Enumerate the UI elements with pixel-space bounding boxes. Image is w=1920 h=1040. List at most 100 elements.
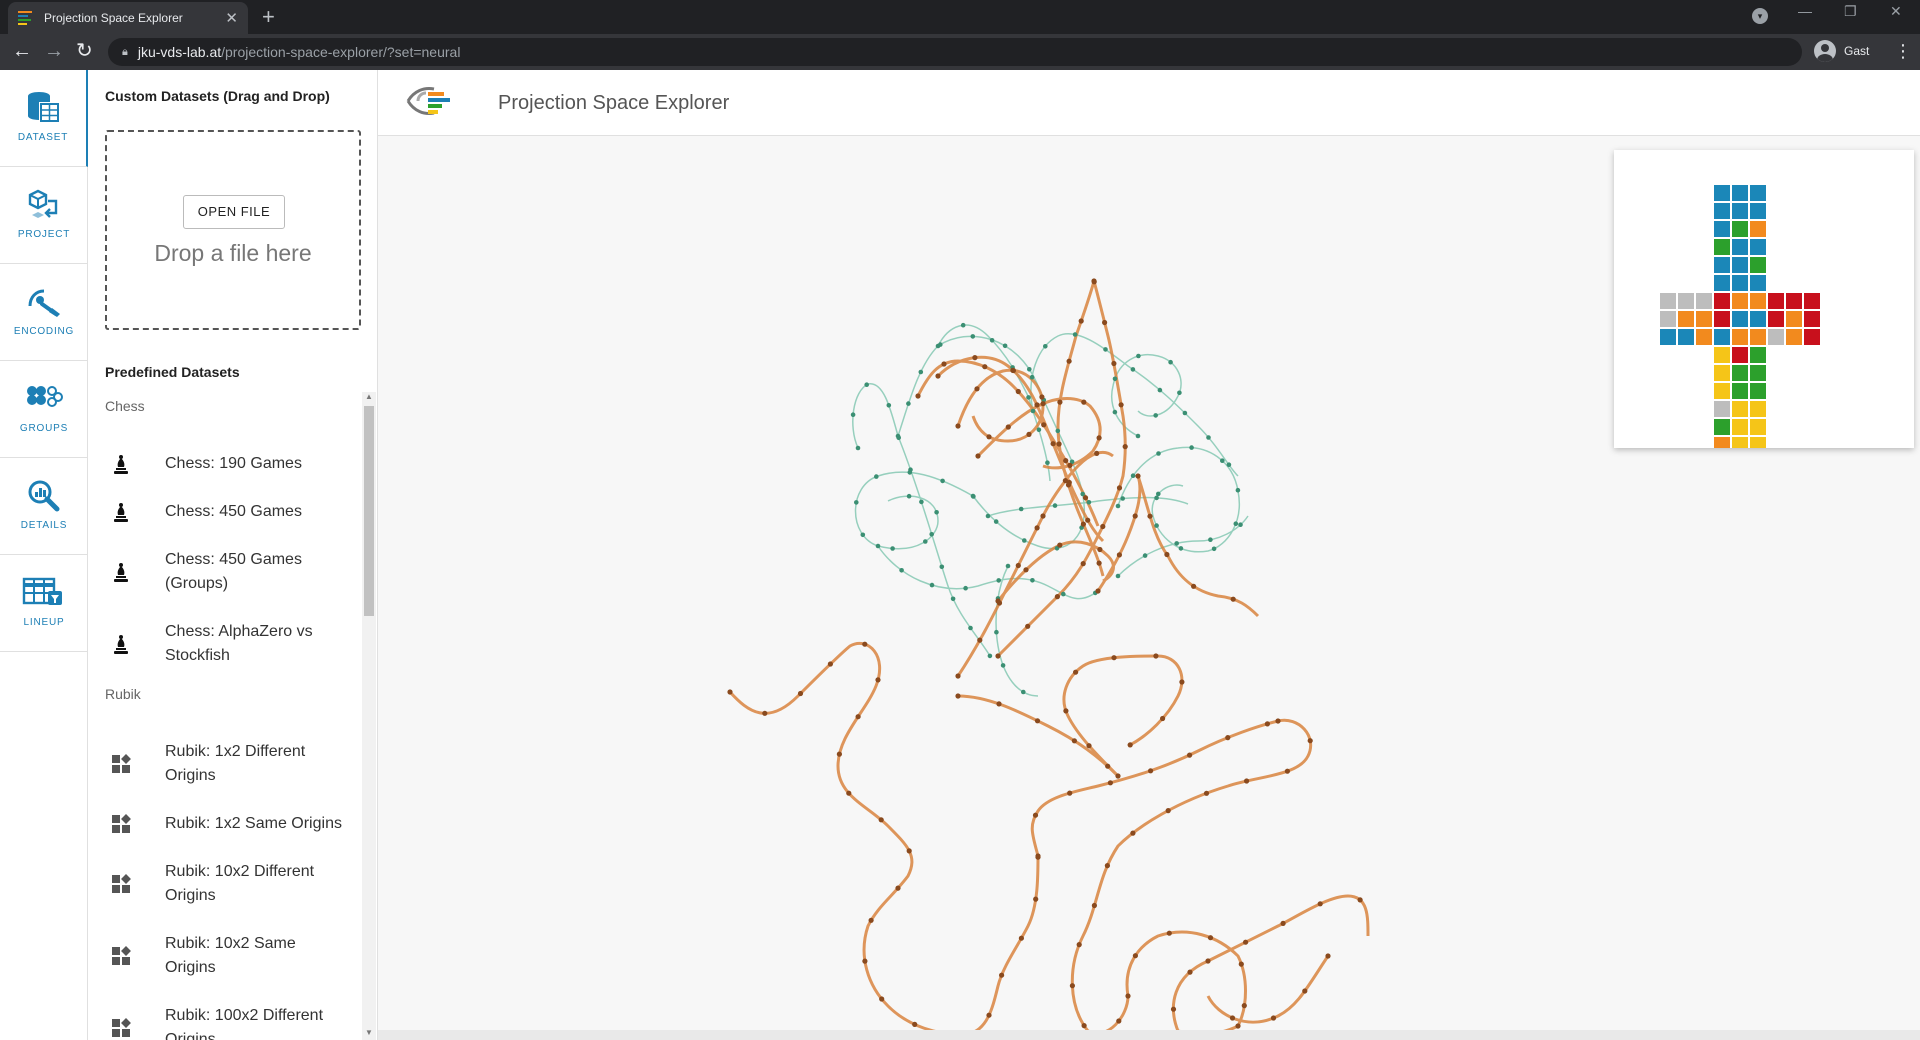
trajectory-point (855, 714, 861, 720)
dataset-item[interactable]: Chess: 450 Games (Groups) (88, 536, 360, 608)
trajectory-point (1325, 953, 1331, 959)
cube-sticker (1732, 203, 1748, 219)
trajectory-point (1096, 435, 1102, 441)
window-close-button[interactable]: ✕ (1890, 3, 1902, 20)
trajectory-point (1066, 358, 1072, 364)
trajectory-point (1187, 752, 1193, 758)
trajectory-point (1302, 988, 1308, 994)
trajectory-point (975, 453, 981, 459)
cube-sticker (1786, 329, 1802, 345)
cube-sticker (1804, 293, 1820, 309)
dataset-label: Rubik: 10x2 Same Origins (165, 935, 296, 976)
trajectory-point (1220, 458, 1225, 464)
trajectory-point (912, 1021, 918, 1027)
dataset-label: Chess: 450 Games (165, 503, 302, 520)
dataset-item[interactable]: Rubik: 10x2 Same Origins (88, 920, 360, 992)
trajectory-point (1187, 969, 1193, 975)
trajectory-point (977, 637, 983, 643)
trajectory-point (935, 343, 941, 349)
trajectory-point (1125, 993, 1131, 999)
trajectory-point (1095, 588, 1101, 594)
trajectory-point (1091, 902, 1097, 909)
trajectory-point (934, 510, 939, 515)
trajectory-point (919, 499, 924, 505)
forward-button[interactable]: → (44, 40, 64, 62)
dataset-label: Rubik: 1x2 Same Origins (165, 815, 342, 832)
dataset-item[interactable]: Rubik: 10x2 Different Origins (88, 848, 360, 920)
dataset-item[interactable]: Rubik: 100x2 Different Origins (88, 992, 360, 1040)
trajectory-point (1043, 344, 1048, 349)
scroll-down-icon[interactable]: ▼ (364, 1028, 374, 1037)
trajectory-point (1052, 503, 1058, 508)
trajectory-point (860, 532, 866, 538)
trajectory-point (1104, 863, 1110, 869)
dataset-item[interactable]: Chess: 190 Games (88, 440, 360, 488)
dataset-label: Rubik: 10x2 Different Origins (165, 863, 315, 904)
open-file-button[interactable]: OPEN FILE (183, 195, 285, 229)
dataset-item[interactable]: Rubik: 1x2 Same Origins (88, 800, 360, 848)
rail-label-encoding: ENCODING (13, 326, 75, 337)
rail-item-project[interactable]: PROJECT (0, 167, 88, 264)
profile-button[interactable]: Gast (1814, 40, 1869, 62)
address-bar[interactable]: 🔒︎ jku-vds-lab.at /projection-space-expl… (108, 38, 1802, 66)
browser-tab[interactable]: Projection Space Explorer ✕ (8, 2, 248, 34)
reload-button[interactable]: ↻ (76, 40, 93, 62)
rail-item-groups[interactable]: GROUPS (0, 361, 88, 458)
tab-close-icon[interactable]: ✕ (225, 11, 238, 26)
minimize-button[interactable]: — (1798, 3, 1812, 19)
trajectory-point (1027, 367, 1032, 372)
trajectory-point (1076, 942, 1082, 948)
trajectory-point (874, 474, 879, 479)
trajectory-point (987, 653, 993, 659)
rail-item-lineup[interactable]: LINEUP (0, 555, 88, 652)
trajectory-point (827, 661, 833, 667)
browser-toolbar: ← → ↻ 🔒︎ jku-vds-lab.at /projection-spac… (0, 34, 1920, 70)
rubik-icon (110, 945, 132, 967)
dataset-item[interactable]: Chess: 450 Games (88, 488, 360, 536)
file-dropzone[interactable]: OPEN FILE Drop a file here (105, 130, 361, 330)
trajectory-point (1082, 495, 1089, 501)
rail-item-encoding[interactable]: ENCODING (0, 264, 88, 361)
new-tab-button[interactable]: + (262, 4, 275, 30)
dataset-item[interactable]: Rubik: 1x2 Different Origins (88, 728, 360, 800)
trajectory-point (1067, 462, 1073, 468)
rubik-icon (110, 813, 132, 835)
cube-sticker (1750, 419, 1766, 435)
restore-button[interactable]: ❐ (1844, 3, 1857, 20)
trajectory-point (1157, 387, 1163, 393)
trajectory-point (1165, 808, 1171, 814)
rail-item-details[interactable]: DETAILS (0, 458, 88, 555)
trajectory-point (1130, 830, 1136, 836)
trajectory-point (1166, 930, 1172, 936)
trajectory-point (1034, 525, 1040, 531)
trajectory-point (1105, 763, 1111, 769)
trajectory-point (862, 958, 868, 964)
scroll-up-icon[interactable]: ▲ (364, 392, 374, 401)
trajectory-point (1071, 738, 1077, 744)
trajectory-point (1081, 399, 1087, 405)
trajectory-point (1034, 402, 1040, 408)
back-button[interactable]: ← (12, 40, 32, 62)
tab-search-icon[interactable]: ▾ (1752, 8, 1768, 24)
browser-menu-icon[interactable]: ⋮ (1894, 40, 1912, 62)
cube-sticker (1714, 437, 1730, 453)
trajectory-point (1041, 422, 1047, 428)
trajectory-point (1040, 401, 1046, 407)
rail-item-dataset[interactable]: DATASET (0, 70, 88, 167)
cube-sticker (1660, 329, 1676, 345)
custom-datasets-title: Custom Datasets (Drag and Drop) (105, 88, 330, 104)
dataset-item[interactable]: Chess: AlphaZero vs Stockfish (88, 608, 360, 680)
trajectory-point (836, 751, 842, 757)
trajectory-point (1025, 623, 1031, 629)
app-favicon-icon (18, 10, 34, 26)
trajectory-point (1094, 450, 1100, 456)
cube-sticker (1732, 347, 1748, 363)
cube-sticker (1714, 365, 1730, 381)
trajectory-point (941, 361, 947, 367)
cube-sticker (1750, 347, 1766, 363)
panel-scrollbar-thumb[interactable] (364, 406, 374, 616)
app-bar: Projection Space Explorer (378, 70, 1920, 136)
trajectory-point (1270, 1015, 1277, 1021)
canvas-scrollbar[interactable] (378, 1030, 1920, 1040)
trajectory-point (1111, 655, 1117, 661)
